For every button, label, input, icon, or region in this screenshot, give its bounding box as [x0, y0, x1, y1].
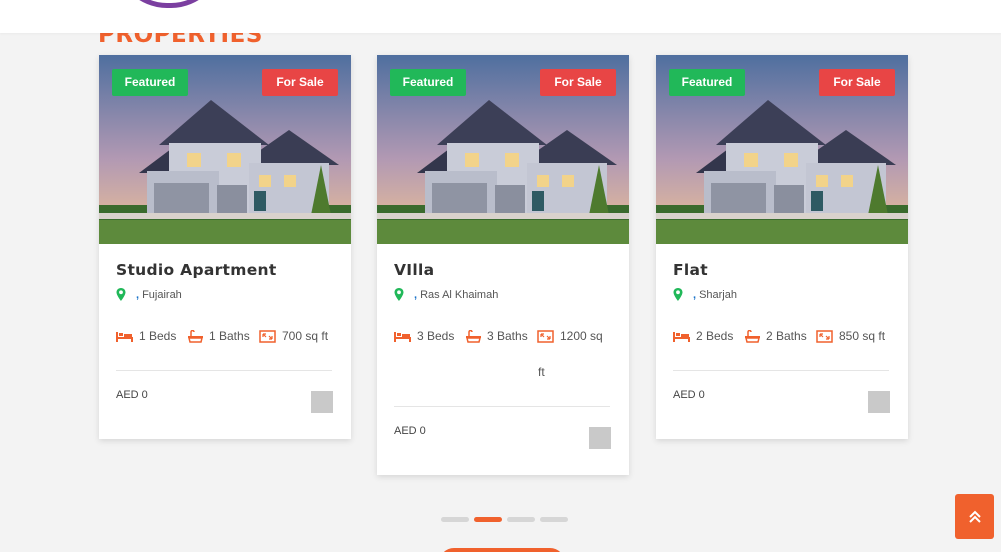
featured-badge: Featured [112, 69, 188, 96]
property-location: , Fujairah [116, 288, 182, 301]
featured-badge: Featured [669, 69, 745, 96]
beds-feature: 3 Beds [394, 329, 454, 343]
carousel-dot[interactable] [507, 517, 535, 522]
area-text: 700 sq ft [282, 329, 329, 343]
area-icon [259, 329, 276, 343]
bed-icon [116, 332, 133, 342]
baths-feature: 3 Baths [466, 329, 528, 343]
scroll-to-top-button[interactable] [955, 494, 994, 539]
area-feature: 1200 sq [537, 329, 603, 343]
area-feature: 850 sq ft [816, 329, 885, 343]
bathtub-icon [188, 329, 203, 343]
bathtub-icon [745, 329, 760, 343]
area-icon [816, 329, 833, 343]
logo[interactable] [115, 0, 223, 8]
agent-avatar[interactable] [868, 391, 890, 413]
property-price: AED 0 [673, 389, 705, 401]
property-location: , Ras Al Khaimah [394, 288, 498, 301]
map-marker-icon [673, 288, 683, 301]
area-text: 1200 sq [560, 329, 603, 343]
property-title[interactable]: Studio Apartment [116, 261, 277, 279]
property-price: AED 0 [394, 425, 426, 437]
top-navigation-bar [0, 0, 1001, 33]
beds-text: 1 Beds [139, 329, 177, 343]
property-location: , Sharjah [673, 288, 737, 301]
property-price: AED 0 [116, 389, 148, 401]
carousel-pagination [441, 517, 568, 522]
carousel-dot[interactable] [540, 517, 568, 522]
featured-badge: Featured [390, 69, 466, 96]
beds-text: 3 Beds [417, 329, 455, 343]
for-sale-badge: For Sale [262, 69, 338, 96]
for-sale-badge: For Sale [819, 69, 895, 96]
property-card[interactable]: Featured For Sale Flat , Sharjah 2 Beds … [656, 55, 908, 439]
property-title[interactable]: VIlla [394, 261, 434, 279]
for-sale-badge: For Sale [540, 69, 616, 96]
property-image[interactable]: Featured For Sale [656, 55, 908, 244]
area-text: 850 sq ft [839, 329, 886, 343]
carousel-dot[interactable] [441, 517, 469, 522]
baths-text: 3 Baths [487, 329, 528, 343]
property-card[interactable]: Featured For Sale VIlla , Ras Al Khaimah… [377, 55, 629, 475]
property-image[interactable]: Featured For Sale [99, 55, 351, 244]
map-marker-icon [116, 288, 126, 301]
map-marker-icon [394, 288, 404, 301]
baths-text: 1 Baths [209, 329, 250, 343]
property-card[interactable]: Featured For Sale Studio Apartment , Fuj… [99, 55, 351, 439]
location-text: Sharjah [699, 288, 737, 301]
location-separator: , [693, 288, 697, 301]
baths-feature: 1 Baths [188, 329, 250, 343]
agent-avatar[interactable] [311, 391, 333, 413]
divider [116, 370, 332, 371]
area-icon [537, 329, 554, 343]
property-image[interactable]: Featured For Sale [377, 55, 629, 244]
beds-feature: 1 Beds [116, 329, 176, 343]
bed-icon [673, 332, 690, 342]
baths-feature: 2 Baths [745, 329, 807, 343]
divider [673, 370, 889, 371]
area-text-wrap: ft [538, 365, 545, 379]
location-separator: , [136, 288, 140, 301]
view-all-button[interactable] [439, 548, 565, 552]
area-feature: 700 sq ft [259, 329, 328, 343]
double-chevron-up-icon [968, 510, 981, 523]
beds-feature: 2 Beds [673, 329, 733, 343]
divider [394, 406, 610, 407]
property-title[interactable]: Flat [673, 261, 708, 279]
location-separator: , [414, 288, 418, 301]
baths-text: 2 Baths [766, 329, 807, 343]
beds-text: 2 Beds [696, 329, 734, 343]
bathtub-icon [466, 329, 481, 343]
bed-icon [394, 332, 411, 342]
location-text: Ras Al Khaimah [420, 288, 499, 301]
agent-avatar[interactable] [589, 427, 611, 449]
location-text: Fujairah [142, 288, 182, 301]
carousel-dot-active[interactable] [474, 517, 502, 522]
